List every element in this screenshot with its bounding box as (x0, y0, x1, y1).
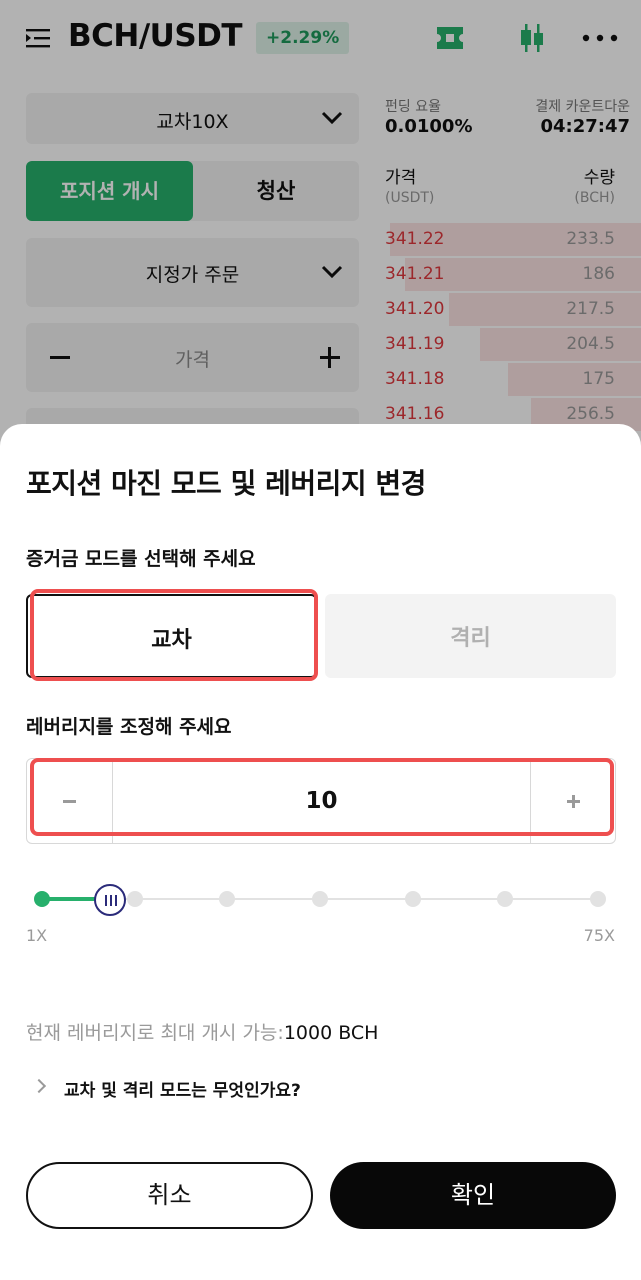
margin-mode-label: 증거금 모드를 선택해 주세요 (26, 548, 256, 570)
max-open-info: 현재 레버리지로 최대 개시 가능:1000 BCH (26, 1018, 378, 1045)
isolated-mode-label: 격리 (450, 626, 491, 651)
highlight-box-leverage (30, 758, 614, 836)
chevron-right-icon (31, 1078, 47, 1094)
slider-stop[interactable] (497, 891, 514, 907)
sheet-title: 포지션 마진 모드 및 레버리지 변경 (26, 467, 426, 500)
leverage-max-label: 75X (583, 926, 615, 945)
slider-stop[interactable] (219, 891, 236, 907)
grip-icon (104, 895, 107, 906)
slider-stop[interactable] (404, 891, 421, 907)
slider-stop[interactable] (126, 891, 143, 907)
slider-stop[interactable] (312, 891, 328, 907)
grip-icon (114, 895, 117, 906)
faq-link-text: 교차 및 격리 모드는 무엇인가요? (64, 1081, 301, 1101)
highlight-box-mode (30, 589, 318, 681)
leverage-label: 레버리지를 조정해 주세요 (26, 716, 232, 738)
slider-stop[interactable] (590, 891, 606, 907)
margin-leverage-sheet: 포지션 마진 모드 및 레버리지 변경 증거금 모드를 선택해 주세요 교차 격… (0, 424, 641, 1280)
grip-icon (109, 895, 112, 906)
slider-thumb[interactable] (93, 884, 126, 916)
cancel-button[interactable]: 취소 (26, 1162, 313, 1229)
slider-stop[interactable] (34, 891, 50, 907)
max-open-label: 현재 레버리지로 최대 개시 가능: (26, 1022, 284, 1044)
confirm-button[interactable]: 확인 (330, 1162, 616, 1229)
leverage-min-label: 1X (26, 926, 48, 945)
max-open-value: 1000 BCH (283, 1022, 379, 1044)
leverage-slider[interactable] (26, 884, 616, 916)
isolated-mode-button[interactable]: 격리 (325, 594, 616, 678)
